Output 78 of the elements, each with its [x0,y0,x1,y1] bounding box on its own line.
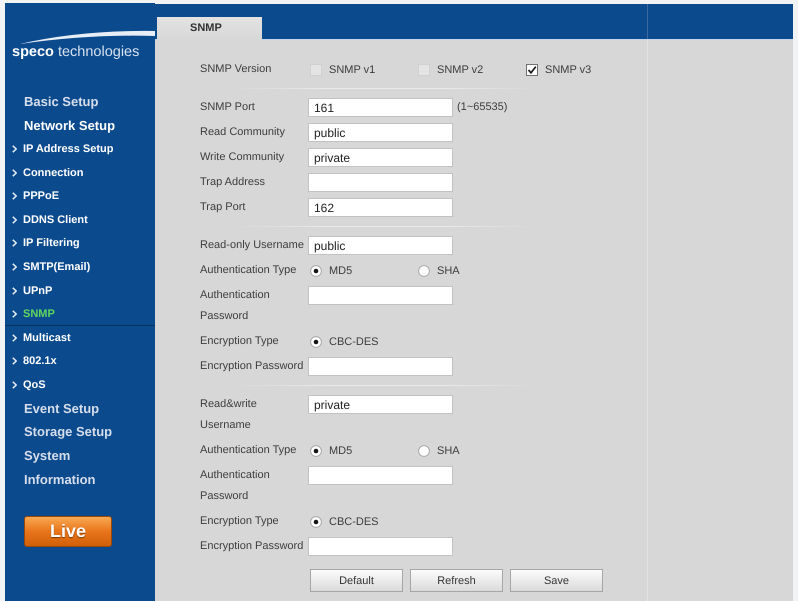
field-label: Read&write Username [200,397,258,433]
checkbox[interactable] [526,64,538,76]
option-label: CBC-DES [329,336,379,348]
field-label: Authentication Type [200,443,298,458]
submenu-item[interactable]: Multicast [5,326,155,350]
option-label: SHA [437,444,460,456]
option-label: MD5 [329,264,352,276]
submenu-item[interactable]: IP Address Setup [5,137,155,161]
chevron-icon [12,334,17,342]
field-label: Authentication Type [200,263,298,278]
field-label: Encryption Password [200,539,304,554]
menu-item[interactable]: Network Setup [5,114,155,138]
option-label: CBC-DES [329,516,379,528]
input-field[interactable] [308,173,453,192]
submenu-item[interactable]: DDNS Client [5,208,155,232]
input-field[interactable]: public [308,123,453,142]
field-label: SNMP Port [200,100,256,115]
option-label: SHA [437,264,460,276]
field-label: Encryption Type [200,514,280,529]
field-label: Authentication Password [200,468,271,504]
menu-item[interactable]: System [5,444,155,468]
input-field[interactable]: 161 [308,98,453,117]
radio-button[interactable] [310,264,322,276]
form-button[interactable]: Save [510,569,603,592]
submenu-item[interactable]: QoS [5,373,155,397]
radio-button[interactable] [418,444,430,456]
chevron-icon [12,216,17,224]
menu-item[interactable]: Storage Setup [5,420,155,444]
chevron-icon [12,192,17,200]
field-label: Authentication Password [200,288,271,324]
input-field[interactable]: public [308,236,453,255]
menu-item[interactable]: Basic Setup [5,90,155,114]
option-label: SNMP v2 [437,64,484,76]
field-label: Encryption Password [200,359,304,374]
submenu-item[interactable]: PPPoE [5,184,155,208]
field-label: Write Community [200,150,286,165]
menu-item[interactable]: Event Setup [5,396,155,420]
input-field[interactable]: private [308,395,453,414]
range-hint: (1~65535) [457,100,508,115]
input-field[interactable] [308,357,453,376]
input-field[interactable] [308,537,453,556]
field-label: SNMP Version [200,62,272,77]
chevron-icon [12,168,17,177]
menu-item[interactable]: Information [5,468,155,492]
submenu-item[interactable]: SMTP(Email) [5,255,155,279]
submenu-item[interactable]: UPnP [5,278,155,302]
submenu-item[interactable]: Connection [5,160,155,184]
chevron-icon [12,310,17,318]
input-field[interactable] [308,286,453,305]
radio-button[interactable] [310,516,322,528]
chevron-icon [12,286,17,295]
submenu-item[interactable]: IP Filtering [5,232,155,256]
input-field[interactable] [308,466,453,485]
field-label: Read-only Username [200,238,305,253]
field-label: Trap Port [200,200,246,215]
option-label: SNMP v1 [329,64,376,76]
radio-button[interactable] [310,336,322,348]
form-button[interactable]: Refresh [410,569,503,592]
radio-button[interactable] [418,264,430,276]
brand-logo: speco technologies [12,44,140,60]
input-field[interactable]: private [308,148,453,167]
input-field[interactable]: 162 [308,198,453,217]
form-button[interactable]: Default [310,569,403,592]
option-label: MD5 [329,444,352,456]
chevron-icon [12,239,17,248]
field-label: Trap Address [200,175,266,190]
submenu-item[interactable]: 802.1x [5,350,155,374]
chevron-icon [12,357,17,366]
field-label: Read Community [200,125,286,140]
chevron-icon [12,144,17,153]
chevron-icon [12,262,17,271]
radio-button[interactable] [310,444,322,456]
field-label: Encryption Type [200,334,280,349]
option-label: SNMP v3 [545,64,592,76]
tab[interactable]: SNMP [157,17,262,40]
chevron-icon [12,380,17,389]
logo-swoosh-icon [20,30,155,44]
submenu-item[interactable]: SNMP [5,302,155,326]
